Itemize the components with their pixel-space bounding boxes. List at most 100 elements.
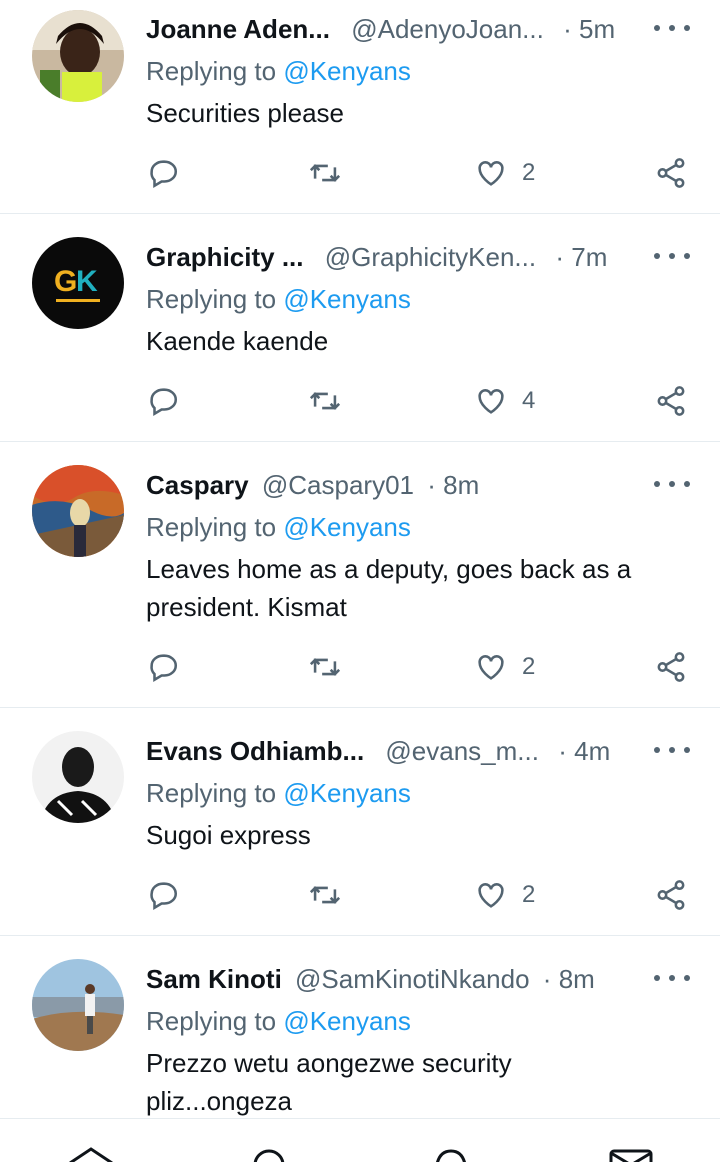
- tweet[interactable]: G K Graphicity ... @GraphicityKen... · 7…: [0, 214, 720, 442]
- like-count: 4: [522, 387, 536, 414]
- reply-icon: [150, 160, 177, 189]
- separator: ·: [542, 964, 552, 994]
- share-button[interactable]: [654, 155, 688, 191]
- share-icon: [657, 880, 685, 910]
- like-button[interactable]: 2: [474, 877, 535, 913]
- replying-to-label: Replying to: [146, 1006, 277, 1036]
- timestamp[interactable]: 8m: [443, 470, 479, 500]
- tweet[interactable]: Evans Odhiamb... @evans_m... · 4m Replyi…: [0, 708, 720, 936]
- replying-to: Replying to @Kenyans: [146, 55, 411, 87]
- reply-button[interactable]: [146, 649, 180, 685]
- separator: ·: [558, 736, 567, 766]
- share-icon: [657, 158, 685, 188]
- home-icon[interactable]: [66, 1145, 116, 1162]
- more-icon[interactable]: [654, 740, 690, 760]
- handle[interactable]: @AdenyoJoan...: [351, 14, 544, 44]
- replying-to-label: Replying to: [146, 56, 277, 86]
- timestamp[interactable]: 5m: [579, 14, 615, 44]
- separator: ·: [555, 242, 565, 272]
- retweet-icon: [309, 658, 341, 676]
- action-bar: 4: [146, 383, 706, 419]
- reply-button[interactable]: [146, 383, 180, 419]
- action-bar: 2: [146, 649, 706, 685]
- replying-to-label: Replying to: [146, 778, 277, 808]
- display-name[interactable]: Graphicity ...: [146, 242, 304, 272]
- display-name[interactable]: Joanne Aden...: [146, 14, 330, 44]
- mention-link[interactable]: @Kenyans: [283, 56, 411, 86]
- display-name[interactable]: Evans Odhiamb...: [146, 736, 364, 766]
- notifications-icon[interactable]: [426, 1145, 476, 1162]
- replying-to: Replying to @Kenyans: [146, 1005, 411, 1037]
- reply-button[interactable]: [146, 155, 180, 191]
- handle[interactable]: @Caspary01: [262, 470, 414, 500]
- display-name[interactable]: Sam Kinoti: [146, 964, 282, 994]
- replying-to-label: Replying to: [146, 284, 277, 314]
- replying-to: Replying to @Kenyans: [146, 777, 411, 809]
- share-button[interactable]: [654, 649, 688, 685]
- replying-to-label: Replying to: [146, 512, 277, 542]
- tweet-text: Leaves home as a deputy, goes back as a …: [146, 554, 632, 622]
- tweet-text: Securities please: [146, 98, 344, 128]
- more-icon[interactable]: [654, 18, 690, 38]
- reply-icon: [150, 882, 177, 911]
- heart-icon: [478, 161, 504, 186]
- like-button[interactable]: 2: [474, 155, 535, 191]
- retweet-button[interactable]: [308, 649, 342, 685]
- retweet-icon: [309, 886, 341, 904]
- like-count: 2: [522, 653, 536, 680]
- avatar[interactable]: [32, 10, 124, 102]
- like-button[interactable]: 4: [474, 383, 535, 419]
- more-icon[interactable]: [654, 246, 690, 266]
- like-button[interactable]: 2: [474, 649, 535, 685]
- tweet-text: Kaende kaende: [146, 326, 329, 356]
- share-icon: [657, 652, 685, 682]
- messages-icon[interactable]: [606, 1145, 656, 1162]
- share-button[interactable]: [654, 383, 688, 419]
- reply-icon: [150, 388, 177, 417]
- bottom-nav: [0, 1118, 720, 1162]
- timestamp[interactable]: 8m: [559, 964, 595, 994]
- avatar[interactable]: [32, 465, 124, 557]
- heart-icon: [478, 389, 504, 414]
- like-count: 2: [522, 159, 536, 186]
- share-icon: [657, 386, 685, 416]
- mention-link[interactable]: @Kenyans: [283, 284, 411, 314]
- tweet-text: Prezzo wetu aongezwe security pliz...ong…: [146, 1048, 512, 1116]
- share-button[interactable]: [654, 877, 688, 913]
- action-bar: 2: [146, 877, 706, 913]
- retweet-button[interactable]: [308, 877, 342, 913]
- retweet-icon: [309, 392, 341, 410]
- more-icon[interactable]: [654, 474, 690, 494]
- handle[interactable]: @evans_m...: [385, 736, 539, 766]
- retweet-button[interactable]: [308, 155, 342, 191]
- tweet-text: Sugoi express: [146, 820, 311, 850]
- replying-to: Replying to @Kenyans: [146, 511, 411, 543]
- search-icon[interactable]: [244, 1145, 294, 1162]
- reply-icon: [150, 654, 177, 683]
- mention-link[interactable]: @Kenyans: [283, 778, 411, 808]
- retweet-button[interactable]: [308, 383, 342, 419]
- mention-link[interactable]: @Kenyans: [283, 512, 411, 542]
- heart-icon: [478, 883, 504, 908]
- tweet[interactable]: Joanne Aden... @AdenyoJoan... · 5m Reply…: [0, 0, 720, 214]
- like-count: 2: [522, 881, 536, 908]
- separator: ·: [563, 14, 572, 44]
- display-name[interactable]: Caspary: [146, 470, 249, 500]
- avatar[interactable]: [32, 959, 124, 1051]
- avatar[interactable]: [32, 731, 124, 823]
- reply-button[interactable]: [146, 877, 180, 913]
- tweet[interactable]: Caspary @Caspary01 · 8m Replying to @Ken…: [0, 442, 720, 708]
- heart-icon: [478, 655, 504, 680]
- replying-to: Replying to @Kenyans: [146, 283, 411, 315]
- avatar[interactable]: G K: [32, 237, 124, 329]
- timestamp[interactable]: 4m: [574, 736, 610, 766]
- timestamp[interactable]: 7m: [571, 242, 607, 272]
- handle[interactable]: @SamKinotiNkando: [295, 964, 530, 994]
- action-bar: 2: [146, 155, 706, 191]
- separator: ·: [427, 470, 436, 500]
- retweet-icon: [309, 164, 341, 182]
- tweet[interactable]: Sam Kinoti @SamKinotiNkando · 8m Replyin…: [0, 936, 720, 1118]
- handle[interactable]: @GraphicityKen...: [325, 242, 536, 272]
- mention-link[interactable]: @Kenyans: [283, 1006, 411, 1036]
- more-icon[interactable]: [654, 968, 690, 988]
